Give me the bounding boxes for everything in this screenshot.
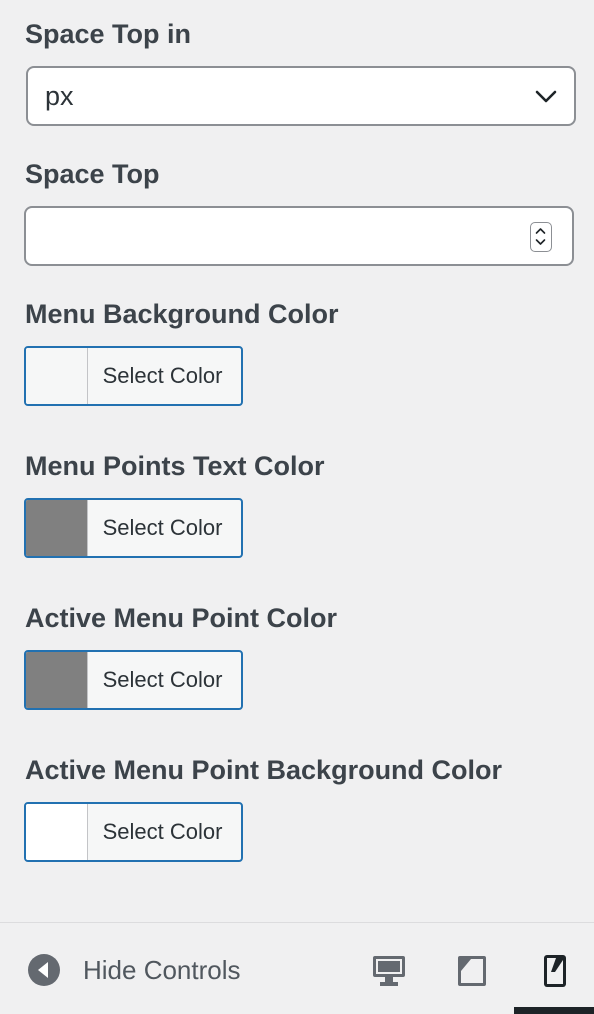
menu-background-color-label: Menu Background Color [25, 299, 339, 329]
space-top-label: Space Top [25, 159, 160, 189]
preview-mobile-button[interactable] [537, 953, 573, 989]
color-swatch [26, 500, 88, 556]
collapse-arrow-icon [28, 954, 60, 986]
color-swatch [26, 348, 88, 404]
mobile-icon [544, 955, 566, 987]
select-color-label: Select Color [102, 363, 223, 388]
color-swatch [26, 652, 88, 708]
preview-desktop-button[interactable] [371, 953, 407, 989]
active-device-indicator [514, 1007, 594, 1014]
tablet-icon [458, 956, 486, 986]
spinner-arrows-icon [535, 228, 546, 245]
active-menu-point-background-color-label: Active Menu Point Background Color [25, 755, 503, 785]
menu-points-text-color-button[interactable]: Select Color [24, 498, 243, 558]
select-color-label: Select Color [102, 515, 223, 540]
space-top-unit-value: px [45, 80, 74, 111]
color-swatch [26, 804, 88, 860]
hide-controls-label: Hide Controls [83, 954, 241, 985]
customizer-panel: Space Top in px Space Top Menu Backgroun… [0, 0, 594, 1014]
select-color-label: Select Color [102, 667, 223, 692]
select-color-label: Select Color [102, 819, 223, 844]
chevron-down-icon [535, 90, 557, 103]
space-top-unit-select[interactable]: px [26, 66, 576, 126]
menu-points-text-color-label: Menu Points Text Color [25, 451, 325, 481]
number-spinner[interactable] [530, 222, 552, 252]
space-top-input[interactable] [24, 206, 574, 266]
active-menu-point-background-color-button[interactable]: Select Color [24, 802, 243, 862]
desktop-icon [373, 956, 405, 986]
active-menu-point-color-button[interactable]: Select Color [24, 650, 243, 710]
menu-background-color-button[interactable]: Select Color [24, 346, 243, 406]
preview-tablet-button[interactable] [454, 953, 490, 989]
space-top-unit-label: Space Top in [25, 19, 192, 49]
active-menu-point-color-label: Active Menu Point Color [25, 603, 338, 633]
customizer-footer: Hide Controls [0, 922, 594, 1014]
hide-controls-button[interactable]: Hide Controls [27, 953, 241, 987]
